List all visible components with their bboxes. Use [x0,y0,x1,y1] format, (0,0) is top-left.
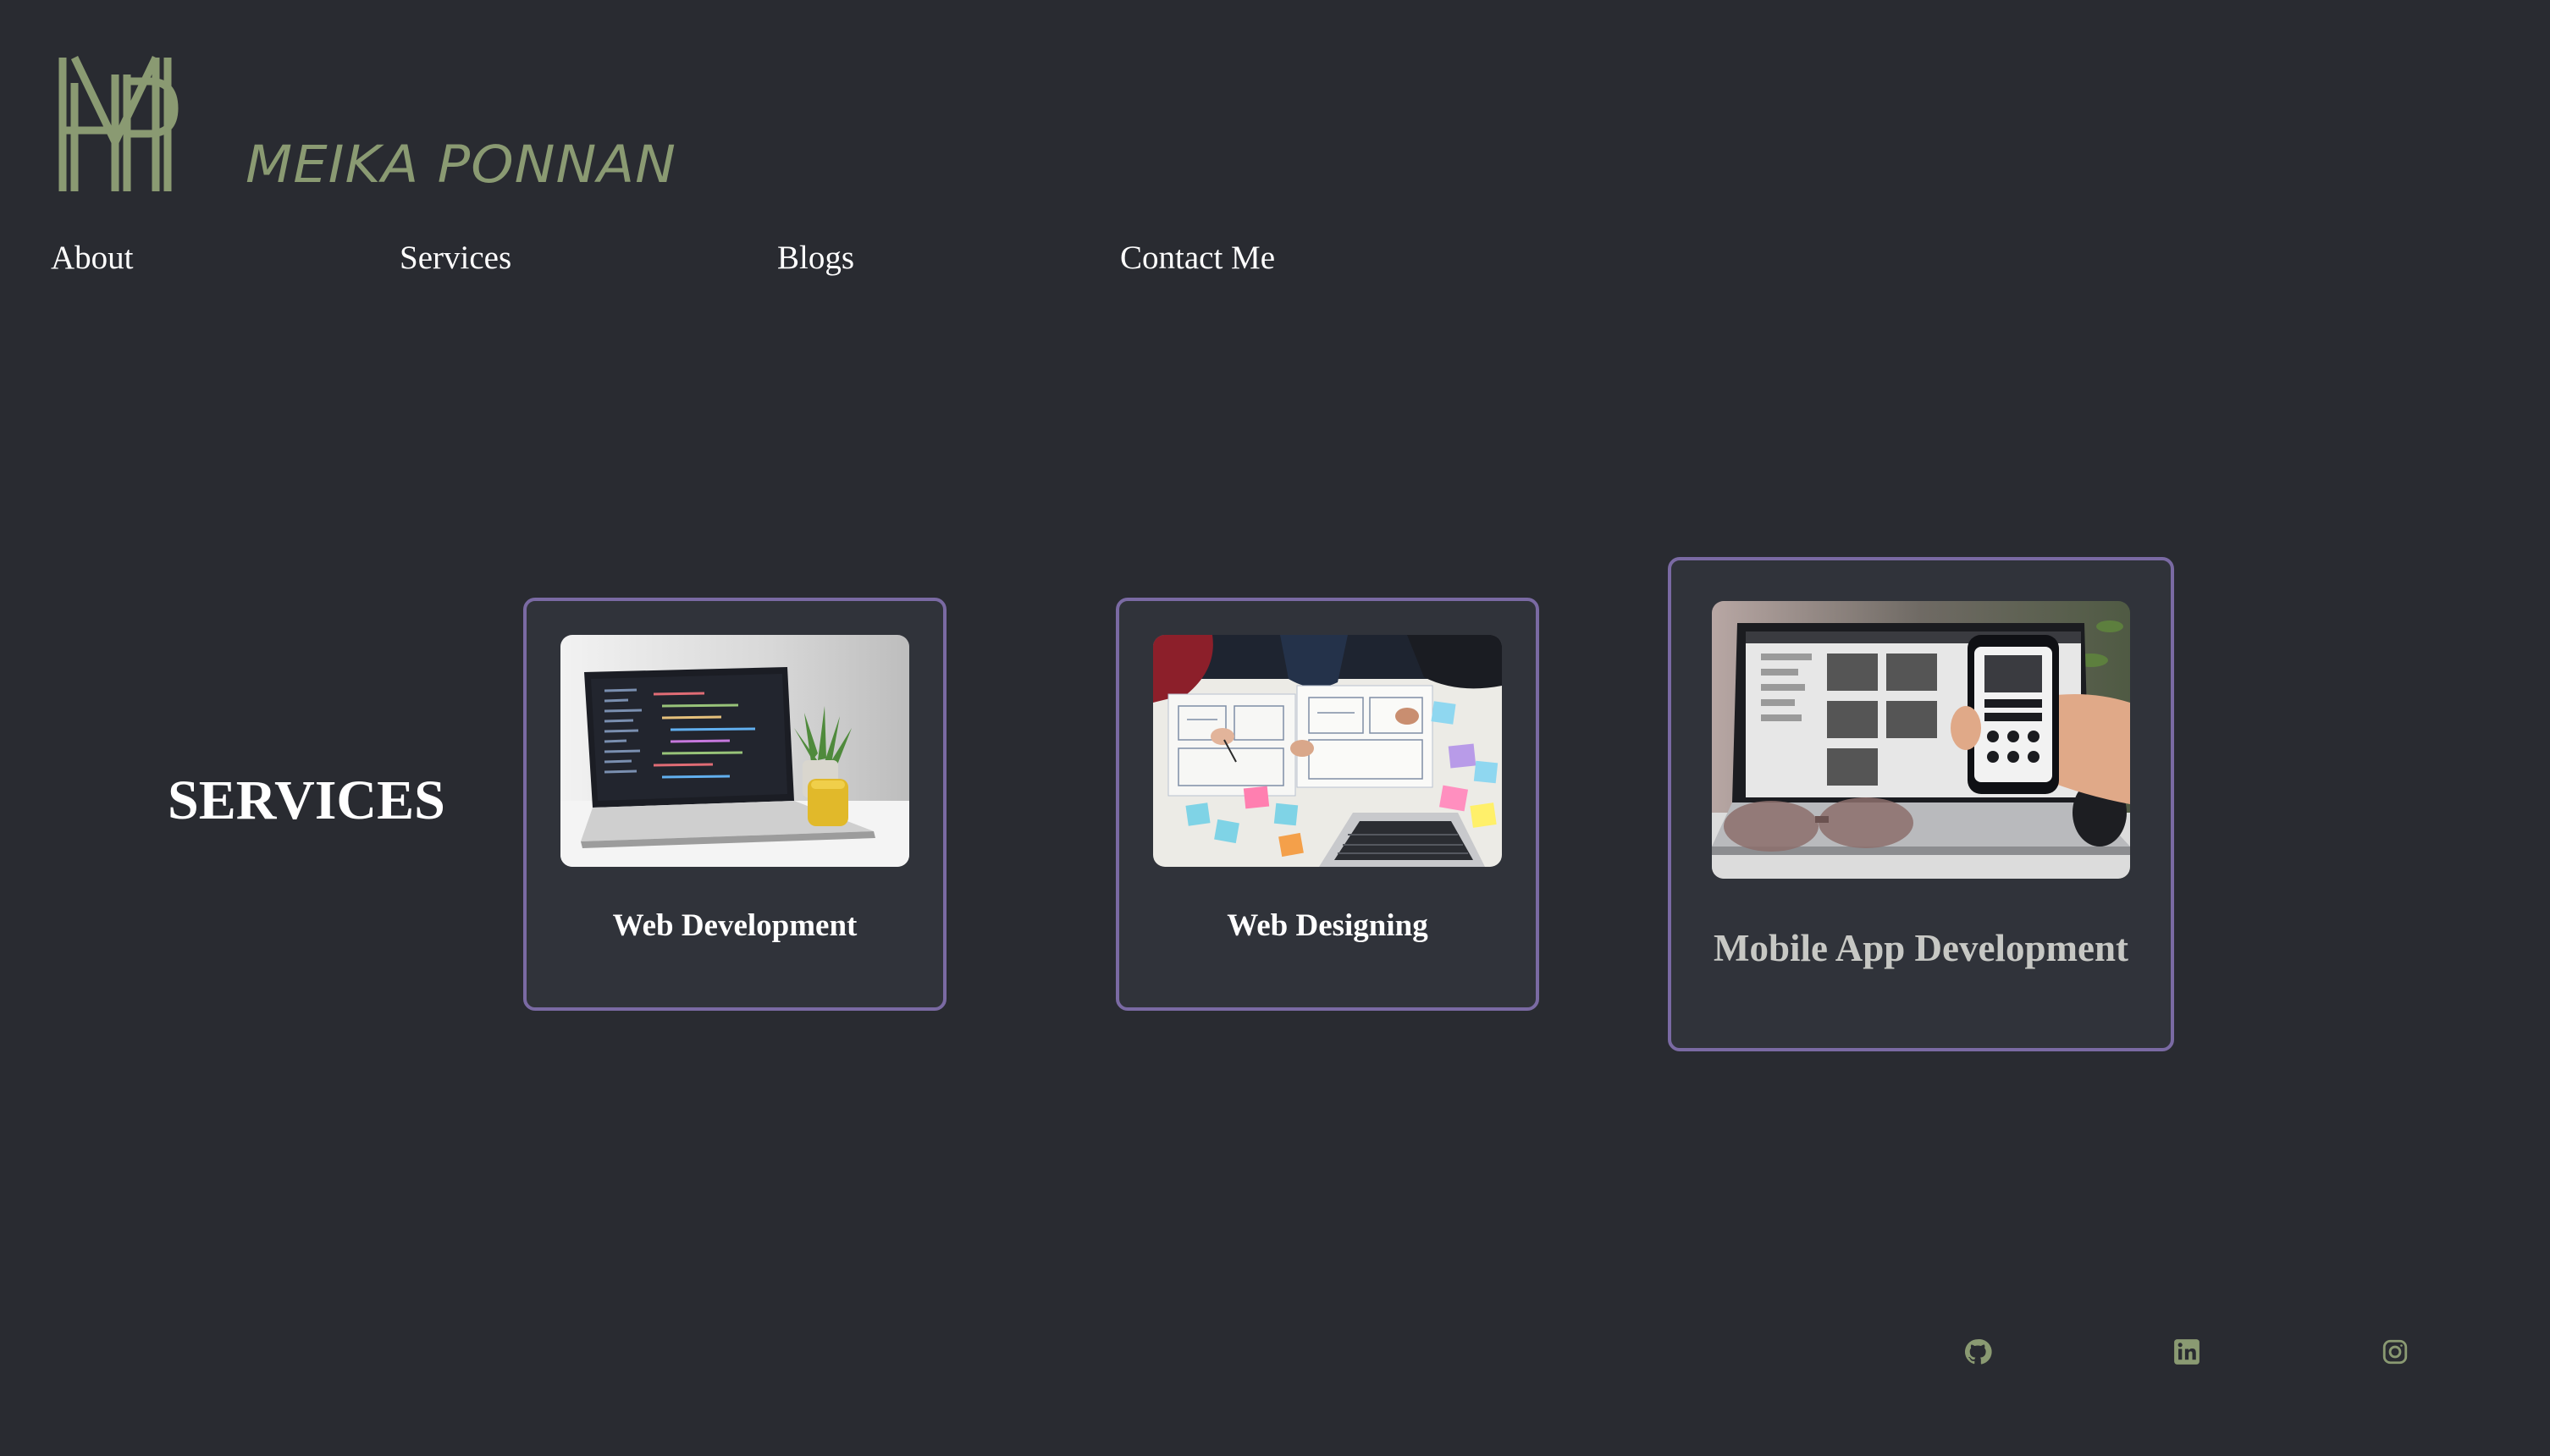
linkedin-icon[interactable] [2172,1337,2201,1366]
nav-item-contact[interactable]: Contact Me [1120,239,1275,277]
service-card-mobile-app-development[interactable]: Mobile App Development [1668,557,2174,1051]
nav-item-blogs[interactable]: Blogs [777,239,854,277]
service-card-label: Web Designing [1227,908,1428,943]
phone-laptop-photo [1712,601,2130,879]
instagram-icon[interactable] [2381,1337,2409,1366]
brand-name: MEIKA PONNAN [246,135,676,196]
section-title: SERVICES [168,769,445,831]
nav-item-about[interactable]: About [51,239,134,277]
mp-monogram-logo[interactable] [56,49,183,195]
wireframe-sketching-photo [1153,635,1502,867]
service-card-label: Mobile App Development [1714,927,2128,969]
service-card-web-designing[interactable]: Web Designing [1116,598,1539,1011]
page: MEIKA PONNAN About Services Blogs Contac… [0,0,2550,1456]
nav-item-services[interactable]: Services [400,239,511,277]
service-card-label: Web Development [612,908,858,943]
service-card-web-development[interactable]: Web Development [523,598,947,1011]
laptop-code-photo [560,635,909,867]
github-icon[interactable] [1963,1337,1992,1366]
